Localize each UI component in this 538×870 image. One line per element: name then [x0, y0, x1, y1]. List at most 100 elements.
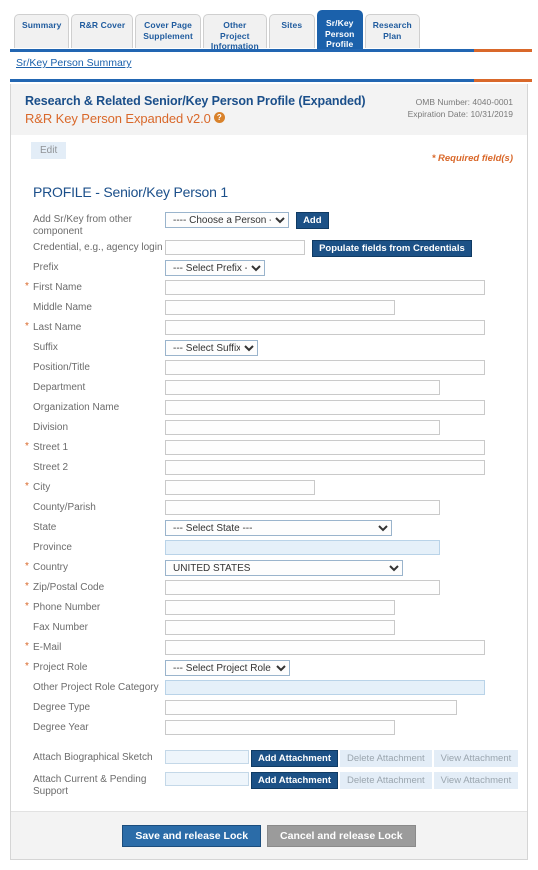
required-fields-note: * Required field(s): [431, 153, 513, 164]
row-degree-year: Degree Year: [25, 718, 527, 738]
required-marker: *: [25, 321, 29, 332]
label-division: Division: [33, 422, 69, 433]
view-attachment-button-biosketch[interactable]: View Attachment: [433, 750, 519, 767]
label-suffix: Suffix: [33, 342, 58, 353]
street2-input[interactable]: [165, 460, 485, 475]
row-credential: Credential, e.g., agency login Populate …: [25, 238, 527, 258]
control-degree-type: [165, 698, 457, 715]
label-attach-current-pending-support: Attach Current & Pending Support: [33, 774, 147, 797]
county-parish-input[interactable]: [165, 500, 440, 515]
email-input[interactable]: [165, 640, 485, 655]
row-attach-current-pending-support: Attach Current & Pending Support Add Att…: [25, 770, 527, 798]
tab-research-plan[interactable]: Research Plan: [364, 14, 420, 48]
add-attachment-button-biosketch[interactable]: Add Attachment: [251, 750, 339, 767]
department-input[interactable]: [165, 380, 440, 395]
label-degree-type: Degree Type: [33, 702, 91, 713]
state-select[interactable]: --- Select State ---: [165, 520, 392, 536]
save-and-release-lock-button[interactable]: Save and release Lock: [122, 824, 262, 847]
edit-toolbar: Edit * Required field(s): [11, 135, 527, 176]
view-attachment-button-support[interactable]: View Attachment: [433, 772, 519, 789]
choose-person-select[interactable]: ---- Choose a Person ----: [165, 212, 289, 228]
populate-from-credentials-button[interactable]: Populate fields from Credentials: [312, 240, 472, 257]
control-email: [165, 638, 485, 655]
label-last-name: * Last Name: [25, 321, 82, 333]
row-state: State --- Select State ---: [25, 518, 527, 538]
control-other-project-role: [165, 678, 485, 695]
label-county-parish: County/Parish: [33, 502, 96, 513]
help-icon[interactable]: ?: [213, 112, 225, 123]
breadcrumb-link-sr-key-person-summary[interactable]: Sr/Key Person Summary: [16, 57, 132, 69]
city-input[interactable]: [165, 480, 315, 495]
required-marker: *: [25, 641, 29, 652]
row-fax: Fax Number: [25, 618, 527, 638]
row-prefix: Prefix --- Select Prefix ---: [25, 258, 527, 278]
tab-cover-page-supplement[interactable]: Cover Page Supplement: [135, 14, 201, 48]
country-select[interactable]: UNITED STATES: [165, 560, 403, 576]
zip-input[interactable]: [165, 580, 440, 595]
label-department: Department: [33, 382, 86, 393]
fax-input[interactable]: [165, 620, 395, 635]
project-role-select[interactable]: --- Select Project Role ---: [165, 660, 290, 676]
label-attach-biographical-sketch: Attach Biographical Sketch: [33, 752, 153, 763]
tab-summary[interactable]: Summary: [14, 14, 70, 48]
suffix-select[interactable]: --- Select Suffix ---: [165, 340, 258, 356]
label-prefix: Prefix: [33, 262, 59, 273]
label-first-name: * First Name: [25, 281, 82, 293]
biographical-sketch-file-input[interactable]: [165, 750, 249, 764]
label-province: Province: [33, 542, 72, 553]
other-project-role-input[interactable]: [165, 680, 485, 695]
row-position-title: Position/Title: [25, 358, 527, 378]
row-add-from-component: Add Sr/Key from other component ---- Cho…: [25, 210, 527, 238]
label-organization-name: Organization Name: [33, 402, 120, 413]
tab-sr-key-person-profile[interactable]: Sr/Key Person Profile: [316, 10, 363, 50]
edit-button[interactable]: Edit: [31, 142, 67, 159]
position-title-input[interactable]: [165, 360, 485, 375]
control-add-from-component: ---- Choose a Person ---- Add: [165, 210, 329, 229]
credential-input[interactable]: [165, 240, 305, 255]
degree-type-input[interactable]: [165, 700, 457, 715]
label-degree-year: Degree Year: [33, 722, 89, 733]
required-marker: *: [25, 661, 29, 672]
label-other-project-role: Other Project Role Category: [33, 682, 159, 693]
organization-name-input[interactable]: [165, 400, 485, 415]
current-pending-support-file-input[interactable]: [165, 772, 249, 786]
phone-input[interactable]: [165, 600, 395, 615]
first-name-input[interactable]: [165, 280, 485, 295]
form-header: Research & Related Senior/Key Person Pro…: [11, 84, 527, 135]
row-degree-type: Degree Type: [25, 698, 527, 718]
label-email: * E-Mail: [25, 641, 62, 653]
control-attach-biographical-sketch: Add Attachment Delete Attachment View At…: [165, 748, 519, 767]
required-marker: *: [25, 561, 29, 572]
tab-bar: Summary R&R Cover Cover Page Supplement …: [0, 0, 538, 51]
cancel-and-release-lock-button[interactable]: Cancel and release Lock: [267, 824, 416, 847]
row-street1: * Street 1: [25, 438, 527, 458]
required-marker: *: [25, 601, 29, 612]
control-province: [165, 538, 440, 555]
province-input[interactable]: [165, 540, 440, 555]
middle-name-input[interactable]: [165, 300, 395, 315]
delete-attachment-button-biosketch[interactable]: Delete Attachment: [340, 750, 432, 767]
required-marker: *: [25, 481, 29, 492]
street1-input[interactable]: [165, 440, 485, 455]
control-attach-current-pending-support: Add Attachment Delete Attachment View At…: [165, 770, 519, 789]
delete-attachment-button-support[interactable]: Delete Attachment: [340, 772, 432, 789]
label-fax: Fax Number: [33, 622, 89, 633]
control-street2: [165, 458, 485, 475]
label-position-title: Position/Title: [33, 362, 90, 373]
tab-rr-cover[interactable]: R&R Cover: [71, 14, 134, 48]
tab-sites[interactable]: Sites: [268, 14, 315, 48]
row-country: * Country UNITED STATES: [25, 558, 527, 578]
last-name-input[interactable]: [165, 320, 485, 335]
tab-other-project-information[interactable]: Other Project Information: [202, 14, 267, 51]
control-division: [165, 418, 440, 435]
degree-year-input[interactable]: [165, 720, 395, 735]
add-attachment-button-support[interactable]: Add Attachment: [251, 772, 339, 789]
prefix-select[interactable]: --- Select Prefix ---: [165, 260, 265, 276]
breadcrumb-accent-rule: [10, 79, 532, 82]
form-panel: Research & Related Senior/Key Person Pro…: [10, 84, 528, 860]
required-marker: *: [25, 281, 29, 292]
add-button[interactable]: Add: [296, 212, 329, 229]
control-project-role: --- Select Project Role ---: [165, 658, 290, 676]
division-input[interactable]: [165, 420, 440, 435]
control-last-name: [165, 318, 485, 335]
